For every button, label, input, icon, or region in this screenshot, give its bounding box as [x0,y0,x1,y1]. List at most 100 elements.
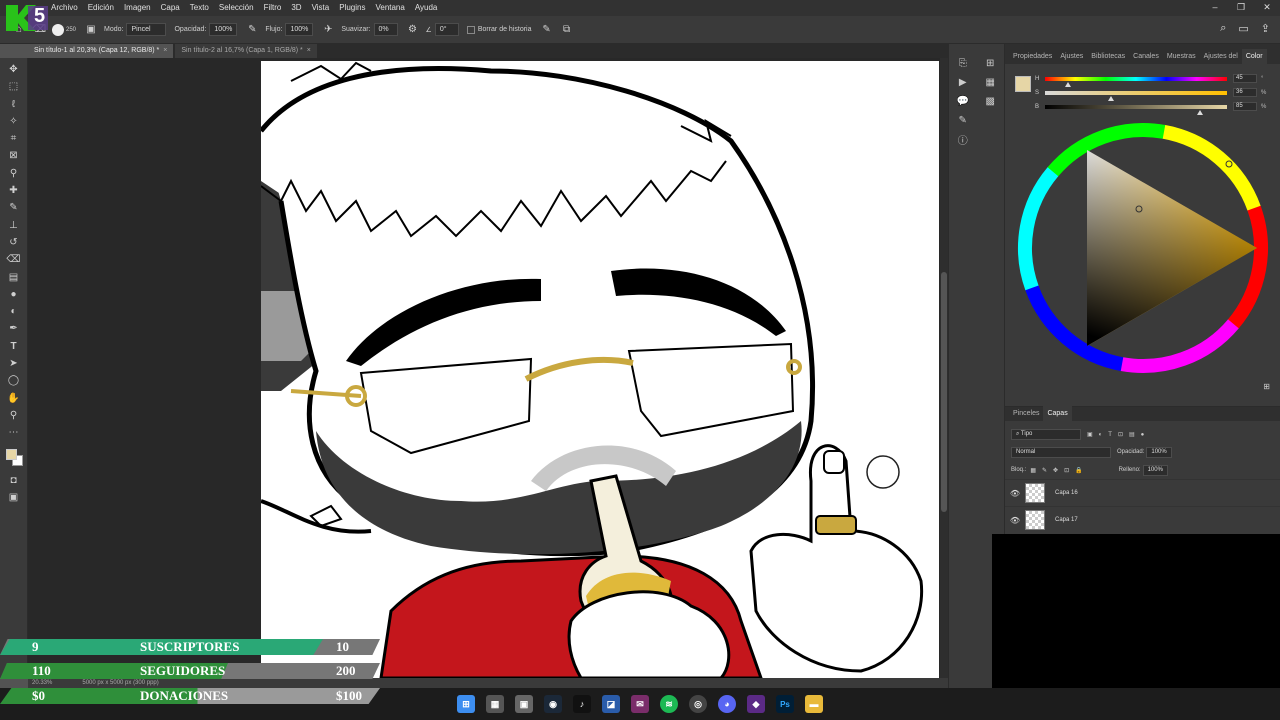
close-button[interactable]: ✕ [1254,0,1280,16]
document-area[interactable] [28,58,948,678]
menu-item-ventana[interactable]: Ventana [370,0,409,16]
workspace-icon[interactable]: ▭ [1238,22,1248,35]
screen-mode-icon[interactable]: ▣ [5,490,23,505]
quick-select-tool-icon[interactable]: ✧ [5,114,23,129]
history-brush-tool-icon[interactable]: ↺ [5,235,23,250]
opacity-field[interactable]: 100% [209,23,238,36]
comments-panel-icon[interactable]: 💬 [955,94,971,108]
brightness-slider[interactable] [1045,104,1227,115]
office-icon[interactable]: ◪ [602,695,620,713]
menu-item-edición[interactable]: Edición [83,0,119,16]
folder-icon[interactable]: ▬ [805,695,823,713]
eye-icon[interactable]: 👁 [1005,489,1025,498]
menu-item-capa[interactable]: Capa [156,0,185,16]
task-view-icon[interactable]: ▦ [486,695,504,713]
gear-icon[interactable]: ⚙ [406,23,420,37]
menu-item-archivo[interactable]: Archivo [46,0,83,16]
airbrush-icon[interactable]: ✈ [321,23,335,37]
symmetry-icon[interactable]: ⧉ [560,23,574,37]
hue-slider[interactable] [1045,76,1227,87]
color-swatches[interactable] [4,447,24,469]
brush-settings-icon[interactable]: ▣ [84,23,98,37]
flow-field[interactable]: 100% [285,23,314,36]
path-select-tool-icon[interactable]: ➤ [5,356,23,371]
minimize-button[interactable]: – [1202,0,1228,16]
menu-item-filtro[interactable]: Filtro [259,0,287,16]
menu-item-vista[interactable]: Vista [307,0,335,16]
dodge-tool-icon[interactable]: ◐ [5,304,23,319]
layer-row[interactable]: 👁 Capa 17 [1005,506,1280,533]
fill-field[interactable]: 100% [1142,464,1168,476]
blend-mode-select[interactable]: Normal [1011,446,1111,458]
menu-item-selección[interactable]: Selección [214,0,259,16]
pressure-size-icon[interactable]: ✎ [540,23,554,37]
photoshop-icon[interactable]: Ps [776,695,794,713]
eye-icon[interactable]: 👁 [1005,516,1025,525]
blur-tool-icon[interactable]: ● [5,287,23,302]
hue-value[interactable]: 45 [1233,74,1257,83]
frame-tool-icon[interactable]: ⊠ [5,148,23,163]
move-tool-icon[interactable]: ✥ [5,62,23,77]
menu-item-imagen[interactable]: Imagen [119,0,156,16]
zoom-tool-icon[interactable]: ⚲ [5,408,23,423]
close-tab-icon[interactable]: × [163,47,167,54]
share-icon[interactable]: ⇪ [1261,22,1270,35]
tab-layers[interactable]: Capas [1043,406,1072,421]
store-icon[interactable]: ▣ [515,695,533,713]
layer-filter-icons[interactable]: ▣◐T⊡▤● [1087,431,1150,438]
healing-brush-tool-icon[interactable]: ✚ [5,183,23,198]
hand-tool-icon[interactable]: ✋ [5,391,23,406]
hue-slider-knob[interactable] [1065,81,1071,87]
foreground-color-swatch[interactable] [5,448,17,460]
tab-brushes[interactable]: Pinceles [1009,410,1043,421]
mail-icon[interactable]: ✉ [631,695,649,713]
info-panel-icon[interactable]: ⓘ [955,132,971,147]
layer-filter-select[interactable]: ⌕ Tipo [1011,428,1081,440]
smooth-field[interactable]: 0% [373,23,398,36]
brush-tool-icon[interactable]: ✎ [5,200,23,215]
tab-adjustments[interactable]: Ajustes [1056,53,1087,64]
mode-select[interactable]: Pincel [126,23,167,36]
color-wheel[interactable] [1015,120,1271,376]
stamp-tool-icon[interactable]: ⊥ [5,218,23,233]
menu-item-texto[interactable]: Texto [185,0,214,16]
lock-icons[interactable]: ▦✎✥⊡🔒 [1030,467,1088,474]
tiktok-icon[interactable]: ♪ [573,695,591,713]
quick-mask-icon[interactable]: ◘ [5,473,23,488]
menu-item-ayuda[interactable]: Ayuda [410,0,443,16]
expand-panel-icon[interactable]: ⊞ [1263,382,1270,391]
eraser-tool-icon[interactable]: ⌫ [5,252,23,267]
tab-libraries[interactable]: Bibliotecas [1087,53,1129,64]
erase-history-checkbox[interactable] [466,25,475,34]
tab-channels[interactable]: Canales [1129,53,1163,64]
scrollbar-thumb[interactable] [941,272,947,512]
menu-item-plugins[interactable]: Plugins [334,0,370,16]
tab-color[interactable]: Color [1241,49,1267,64]
libraries-panel-icon[interactable]: ⊞ [982,56,998,70]
drawing-canvas[interactable] [261,61,939,678]
crop-tool-icon[interactable]: ⌗ [5,131,23,146]
foreground-color-preview[interactable] [1015,76,1031,92]
tab-properties[interactable]: Propiedades [1009,53,1056,64]
type-tool-icon[interactable]: T [5,339,23,354]
gradient-tool-icon[interactable]: ▤ [5,270,23,285]
more-tools-icon[interactable]: ⋯ [5,425,23,440]
angle-field[interactable]: 0° [434,23,459,36]
brightness-slider-knob[interactable] [1197,109,1203,115]
spotify-icon[interactable]: ≋ [660,695,678,713]
shape-tool-icon[interactable]: ◯ [5,373,23,388]
tab-document-1[interactable]: Sin título-1 al 20,3% (Capa 12, RGB/8) *… [28,44,174,58]
saturation-slider[interactable] [1045,90,1227,101]
maximize-button[interactable]: ❐ [1228,0,1254,16]
layer-name[interactable]: Capa 17 [1055,517,1078,523]
brush-preset-picker[interactable]: 250 [52,23,76,36]
swatches-panel-icon[interactable]: ▩ [982,94,998,108]
chrome-icon[interactable]: ◎ [689,695,707,713]
discord-icon[interactable]: ◕ [718,695,736,713]
tab-swatches[interactable]: Muestras [1163,53,1200,64]
navigator-panel-icon[interactable]: ▦ [982,75,998,89]
menu-item-3d[interactable]: 3D [286,0,306,16]
saturation-slider-knob[interactable] [1108,95,1114,101]
windows-start-icon[interactable]: ⊞ [457,695,475,713]
layer-name[interactable]: Capa 16 [1055,490,1078,496]
